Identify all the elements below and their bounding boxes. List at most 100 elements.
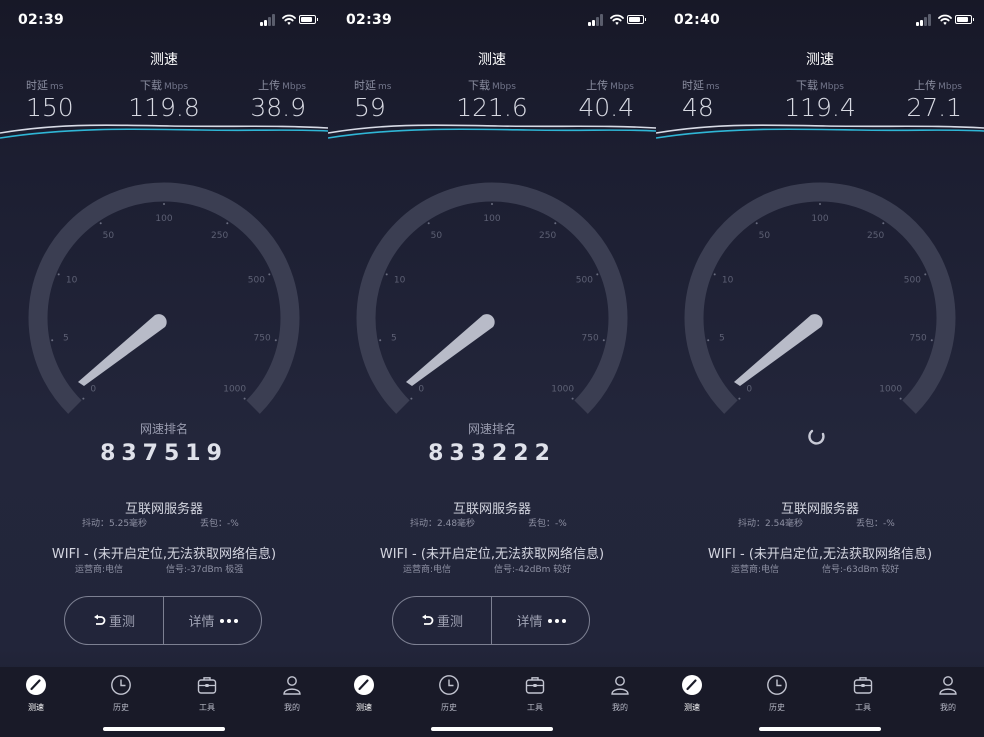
home-indicator <box>759 727 881 731</box>
gauge-tick-mark <box>99 222 102 225</box>
gauge-tick-label: 0 <box>746 385 752 395</box>
jitter-value: 抖动：2.48毫秒 <box>410 519 476 529</box>
upload-unit: Mbps <box>282 82 306 92</box>
status-bar: 02:40 <box>656 0 984 40</box>
signal-strength-value: 信号:-42dBm 较好 <box>494 565 572 575</box>
gauge-tick-label: 750 <box>910 334 927 344</box>
upload-value: 40.4 <box>578 93 634 122</box>
upload-metric: 上传 Mbps 38.9 <box>250 77 306 122</box>
gauge-tick-mark <box>571 397 574 400</box>
toolbox-icon <box>197 677 217 694</box>
upload-label: 上传 <box>258 79 281 92</box>
gauge-tick-label: 100 <box>155 214 172 224</box>
gauge-tick-mark <box>491 203 493 205</box>
detail-label: 详情 <box>516 615 543 630</box>
undo-arrow-icon <box>421 614 434 625</box>
server-stats: 抖动：5.25毫秒 丢包：-% <box>0 516 328 529</box>
rank-value: 837519 <box>100 441 228 466</box>
gauge-tick-mark <box>596 273 599 276</box>
gauge-tick-label: 0 <box>418 385 424 395</box>
gauge-tick-mark <box>713 273 716 276</box>
signal-strength-value: 信号:-37dBm 极强 <box>166 565 244 575</box>
clock-icon <box>439 675 459 695</box>
gauge-tick-label: 0 <box>90 385 96 395</box>
gauge-tick-label: 50 <box>759 231 771 241</box>
gauge-tick-mark <box>226 222 229 225</box>
clock-icon <box>767 675 787 695</box>
gauge-tick-mark <box>602 339 605 342</box>
home-indicator <box>431 727 553 731</box>
gauge-tick-mark <box>163 203 165 205</box>
tab-mine[interactable]: 我的 <box>600 674 640 713</box>
gauge-tick-mark <box>82 397 85 400</box>
retest-label: 重测 <box>436 615 463 630</box>
tab-tools[interactable]: 工具 <box>843 674 883 713</box>
gauge-tick-mark <box>819 203 821 205</box>
detail-button[interactable]: 详情 <box>164 597 262 644</box>
gauge-tick-mark <box>385 273 388 276</box>
tab-mine[interactable]: 我的 <box>272 674 312 713</box>
retest-label: 重测 <box>108 615 135 630</box>
tab-speedtest[interactable]: 测速 <box>672 674 712 713</box>
speedometer-icon <box>354 675 374 695</box>
upload-label: 上传 <box>586 79 609 92</box>
loading-spinner-icon <box>808 429 825 445</box>
tab-speedtest[interactable]: 测速 <box>16 674 56 713</box>
status-bar: 02:39 <box>0 0 328 40</box>
tab-history[interactable]: 历史 <box>757 674 797 713</box>
page-title: 测速 <box>478 52 506 68</box>
speed-gauge: 0 5 10 50 100 250 500 750 1000 <box>28 182 300 414</box>
tab-tools[interactable]: 工具 <box>187 674 227 713</box>
retest-button[interactable]: 重测 <box>393 597 491 644</box>
rank-label: 网速排名 <box>467 422 516 436</box>
tab-label: 历史 <box>441 703 457 712</box>
gauge-tick-label: 50 <box>103 231 115 241</box>
gauge-tick-mark <box>274 339 277 342</box>
clock-icon <box>111 675 131 695</box>
wifi-icon <box>938 14 952 25</box>
gauge-tick-label: 750 <box>254 334 271 344</box>
gauge-tick-label: 250 <box>867 231 884 241</box>
tab-mine[interactable]: 我的 <box>928 674 968 713</box>
tab-history[interactable]: 历史 <box>429 674 469 713</box>
battery-icon <box>627 15 646 24</box>
tab-history[interactable]: 历史 <box>101 674 141 713</box>
gauge-tick-label: 500 <box>904 276 921 286</box>
detail-button[interactable]: 详情 <box>492 597 590 644</box>
tab-tools[interactable]: 工具 <box>515 674 555 713</box>
gauge-tick-mark <box>51 339 54 342</box>
speed-gauge: 0 5 10 50 100 250 500 750 1000 <box>684 182 956 414</box>
packet-loss-value: 丢包：-% <box>528 519 567 529</box>
tab-label: 工具 <box>855 703 871 712</box>
packet-loss-value: 丢包：-% <box>200 519 239 529</box>
gauge-tick-mark <box>57 273 60 276</box>
download-unit: Mbps <box>492 82 516 92</box>
upload-label: 上传 <box>914 79 937 92</box>
toolbox-icon <box>525 677 545 694</box>
action-buttons: 重测 详情 <box>64 596 262 645</box>
gauge-tick-mark <box>243 397 246 400</box>
tab-speedtest[interactable]: 测速 <box>344 674 384 713</box>
status-time: 02:39 <box>18 12 65 28</box>
download-label: 下载 <box>140 79 163 92</box>
download-label: 下载 <box>796 79 819 92</box>
home-indicator <box>103 727 225 731</box>
person-icon <box>939 676 957 695</box>
gauge-tick-mark <box>268 273 271 276</box>
wifi-info: WIFI - (未开启定位,无法获取网络信息) <box>707 547 933 562</box>
gauge-tick-label: 1000 <box>879 385 902 395</box>
undo-arrow-icon <box>93 614 106 625</box>
speed-gauge: 0 5 10 50 100 250 500 750 1000 <box>356 182 628 414</box>
speed-wave-graph <box>328 124 656 139</box>
status-time: 02:40 <box>674 12 721 28</box>
tab-label: 我的 <box>284 703 300 712</box>
tab-label: 测速 <box>684 703 700 712</box>
more-dots-icon <box>547 618 566 623</box>
speedtest-screen-3: 02:40 测速 时延 ms 48 下载 Mbps 119.4 上传 Mbps … <box>656 0 984 737</box>
retest-button[interactable]: 重测 <box>65 597 163 644</box>
gauge-needle <box>734 314 823 386</box>
server-stats: 抖动：2.48毫秒 丢包：-% <box>328 516 656 529</box>
person-icon <box>283 676 301 695</box>
network-stats: 运营商:电信 信号:-63dBm 较好 <box>656 562 984 575</box>
packet-loss-value: 丢包：-% <box>856 519 895 529</box>
